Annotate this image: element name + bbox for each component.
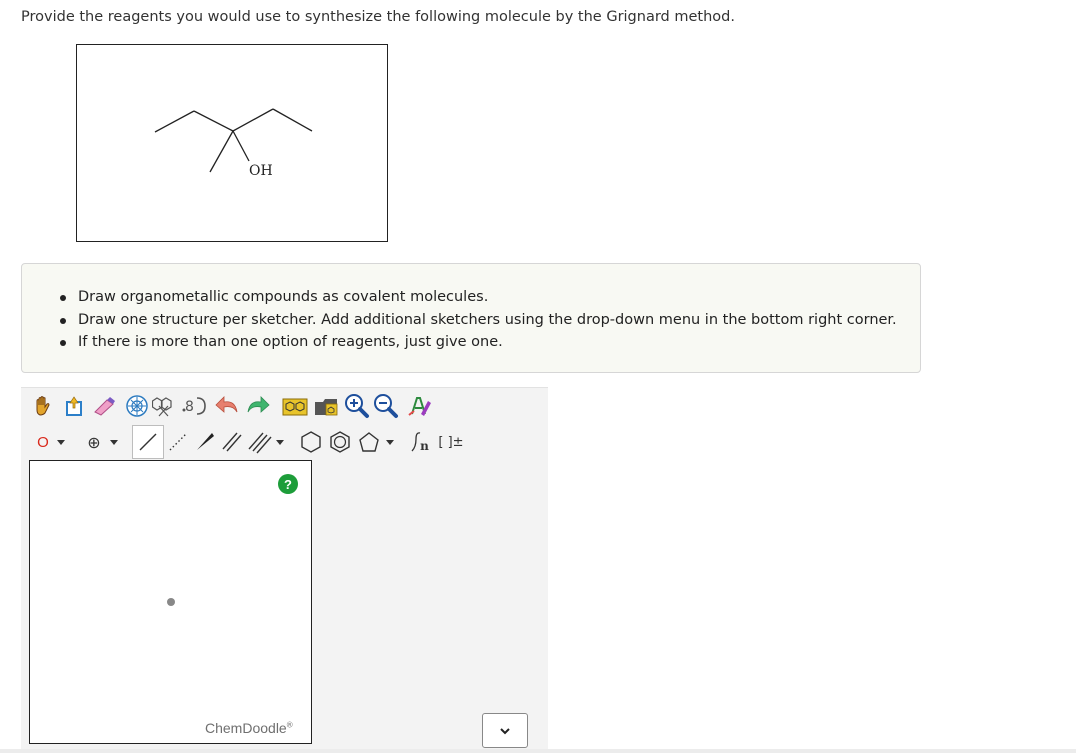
- bond-left-outer: [154, 110, 195, 133]
- canvas-center-marker: [167, 598, 175, 606]
- bond-oh: [232, 130, 250, 162]
- bond-right-outer: [272, 108, 313, 132]
- atom-o-label: O: [37, 433, 49, 451]
- double-bond-button[interactable]: [219, 430, 245, 454]
- bottom-strip: [0, 749, 1076, 753]
- center-icon[interactable]: [124, 393, 150, 419]
- clean-icon[interactable]: [405, 392, 435, 420]
- template-icon[interactable]: [280, 393, 310, 419]
- bond-dropdown-arrow[interactable]: [274, 432, 286, 452]
- instructions-list: Draw organometallic compounds as covalen…: [60, 286, 897, 354]
- chemdoodle-brand-text: ChemDoodle: [205, 720, 287, 736]
- copy-icon[interactable]: [152, 393, 180, 419]
- molecule-structure-figure: OH: [76, 44, 388, 242]
- help-button[interactable]: ?: [278, 474, 298, 494]
- question-text: Provide the reagents you would use to sy…: [21, 9, 735, 25]
- instruction-item: If there is more than one option of reag…: [60, 331, 897, 354]
- flip-icon[interactable]: 8: [181, 393, 211, 419]
- clear-icon[interactable]: [61, 393, 87, 419]
- add-sketcher-dropdown[interactable]: [482, 713, 528, 748]
- zoom-out-icon[interactable]: [372, 393, 400, 419]
- atom-o-button[interactable]: O: [32, 430, 54, 454]
- wedge-bond-button[interactable]: [192, 430, 218, 454]
- undo-icon[interactable]: [213, 393, 241, 419]
- chemdoodle-brand: ChemDoodle®: [205, 720, 293, 736]
- bracket-button[interactable]: [ ]±: [434, 429, 468, 455]
- single-bond-button[interactable]: [132, 425, 164, 459]
- open-icon[interactable]: [312, 393, 342, 419]
- instruction-item: Draw one structure per sketcher. Add add…: [60, 309, 897, 332]
- sn-label: n: [420, 439, 429, 453]
- oh-label: OH: [249, 163, 273, 179]
- atom-dropdown-arrow[interactable]: [55, 432, 67, 452]
- charge-label: ⊕: [87, 432, 101, 452]
- instruction-item: Draw organometallic compounds as covalen…: [60, 286, 897, 309]
- zoom-in-icon[interactable]: [343, 393, 371, 419]
- ring-dropdown-arrow[interactable]: [384, 432, 396, 452]
- pentagon-ring-button[interactable]: [355, 429, 383, 455]
- redo-icon[interactable]: [244, 393, 272, 419]
- dashed-bond-button[interactable]: [165, 430, 191, 454]
- molecule-skeletal-structure: OH: [154, 108, 313, 179]
- charge-dropdown-arrow[interactable]: [108, 432, 120, 452]
- chemdoodle-registered-mark: ®: [286, 720, 293, 730]
- eraser-icon[interactable]: [92, 394, 118, 418]
- instructions-box: Draw organometallic compounds as covalen…: [21, 263, 921, 373]
- hand-icon[interactable]: [32, 394, 54, 418]
- bond-methyl: [209, 130, 234, 173]
- hexagon-ring-button[interactable]: [297, 429, 325, 455]
- bracket-label: [ ]±: [438, 434, 464, 450]
- chevron-down-icon: [500, 727, 510, 734]
- bond-right-inner: [232, 108, 274, 132]
- svg-text:8: 8: [185, 399, 194, 415]
- triple-bond-button[interactable]: [246, 430, 274, 454]
- charge-button[interactable]: ⊕: [82, 430, 106, 454]
- benzene-ring-button[interactable]: [326, 429, 354, 455]
- sn-repeat-button[interactable]: n: [405, 429, 433, 455]
- bond-left-inner: [193, 110, 234, 132]
